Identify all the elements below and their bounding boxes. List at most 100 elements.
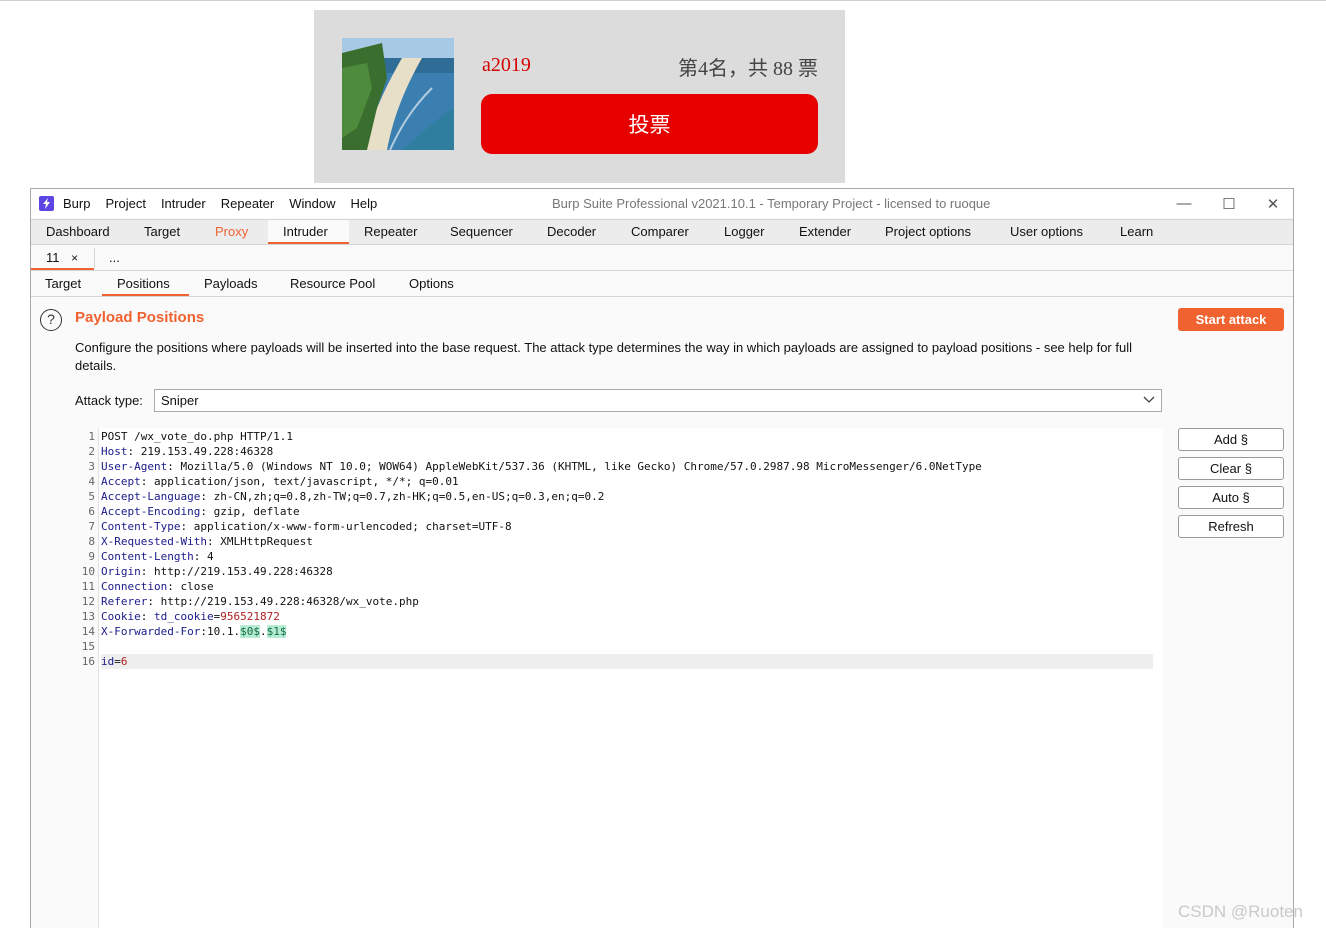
tab-extender[interactable]: Extender [799,220,851,244]
header-connection: Connection: close [101,579,1153,594]
header-value: : close [167,580,214,593]
auto-markers-button[interactable]: Auto § [1178,486,1284,509]
close-window-button[interactable]: ✕ [1253,191,1293,216]
tab-learn[interactable]: Learn [1120,220,1153,244]
menu-intruder[interactable]: Intruder [161,196,206,211]
subtab-options[interactable]: Options [409,271,454,296]
header-x-forwarded-for: X-Forwarded-For:10.1.$0$.$1$ [101,624,1153,639]
header-host: Host: 219.153.49.228:46328 [101,444,1153,459]
vote-button[interactable]: 投票 [481,94,818,154]
tab-proxy[interactable]: Proxy [215,220,248,244]
subtab-resource-pool[interactable]: Resource Pool [290,271,375,296]
header-value: : http://219.153.49.228:46328 [140,565,333,578]
body-param-name: id [101,655,115,668]
header-content-type: Content-Type: application/x-www-form-url… [101,519,1153,534]
header-accept-encoding: Accept-Encoding: gzip, deflate [101,504,1153,519]
candidate-name: a2019 [482,54,531,76]
help-icon[interactable]: ? [40,309,62,331]
header-x-requested-with: X-Requested-With: XMLHttpRequest [101,534,1153,549]
body-param-value: 6 [120,655,128,668]
tab-comparer[interactable]: Comparer [631,220,689,244]
cookie-name: td_cookie [154,610,214,623]
header-name: Origin [101,565,141,578]
payload-position-marker[interactable]: $0$ [240,625,260,638]
minimize-button[interactable]: — [1164,191,1204,216]
intruder-instance-tabs: 11 × ... [31,245,1293,271]
tab-logger[interactable]: Logger [724,220,764,244]
header-value: : zh-CN,zh;q=0.8,zh-TW;q=0.7,zh-HK;q=0.5… [200,490,605,503]
main-tab-bar: Dashboard Target Proxy Intruder Repeater… [31,219,1293,245]
tab-user-options[interactable]: User options [1010,220,1083,244]
maximize-button[interactable]: ☐ [1209,191,1249,216]
line-number: 3 [88,460,95,473]
title-bar: Burp Project Intruder Repeater Window He… [31,189,1293,218]
line-number: 9 [88,550,95,563]
header-value: : Mozilla/5.0 (Windows NT 10.0; WOW64) A… [167,460,982,473]
payload-position-marker[interactable]: $1$ [266,625,287,638]
new-tab-button[interactable]: ... [109,245,120,270]
header-accept-language: Accept-Language: zh-CN,zh;q=0.8,zh-TW;q=… [101,489,1153,504]
header-name: Content-Length [101,550,194,563]
tab-repeater[interactable]: Repeater [364,220,417,244]
header-content-length: Content-Length: 4 [101,549,1153,564]
subtab-positions[interactable]: Positions [102,271,189,296]
attack-type-value: Sniper [161,393,199,408]
menu-help[interactable]: Help [350,196,377,211]
line-number: 1 [88,430,95,443]
body-param-equals: = [114,655,121,668]
menu-window[interactable]: Window [289,196,335,211]
tab-dashboard[interactable]: Dashboard [46,220,110,244]
header-name: Connection [101,580,168,593]
header-name: Accept-Language [101,490,201,503]
tab-target[interactable]: Target [144,220,180,244]
add-marker-button[interactable]: Add § [1178,428,1284,451]
ip-dot: . [259,625,267,638]
header-value: : application/json, text/javascript, */*… [140,475,459,488]
tab-divider [94,248,95,268]
line-number: 6 [88,505,95,518]
refresh-button[interactable]: Refresh [1178,515,1284,538]
burp-logo-icon [39,196,54,211]
clear-markers-button[interactable]: Clear § [1178,457,1284,480]
header-value: : application/x-www-form-urlencoded; cha… [180,520,512,533]
header-value: : gzip, deflate [200,505,300,518]
menu-repeater[interactable]: Repeater [221,196,274,211]
request-text[interactable]: POST /wx_vote_do.php HTTP/1.1 Host: 219.… [101,428,1153,928]
menu-project[interactable]: Project [105,196,145,211]
request-start-line: POST /wx_vote_do.php HTTP/1.1 [101,430,294,443]
attack-type-select[interactable]: Sniper [154,389,1162,412]
candidate-photo [342,38,454,150]
header-value: : XMLHttpRequest [206,535,313,548]
tab-sequencer[interactable]: Sequencer [450,220,513,244]
line-number: 14 [81,625,95,638]
subtab-target[interactable]: Target [45,271,81,296]
instance-tab-11[interactable]: 11 × [31,245,94,270]
line-number: 10 [81,565,95,578]
header-name: Cookie [101,610,141,623]
header-name: Referer [101,595,148,608]
request-line: POST /wx_vote_do.php HTTP/1.1 [101,429,1153,444]
line-number: 2 [88,445,95,458]
tab-decoder[interactable]: Decoder [547,220,596,244]
burp-window: Burp Project Intruder Repeater Window He… [30,188,1294,928]
subtab-payloads[interactable]: Payloads [204,271,257,296]
request-editor[interactable]: 1 2 3 4 5 6 7 8 9 10 11 12 13 14 15 16 P… [75,428,1163,928]
line-number: 5 [88,490,95,503]
menu-burp[interactable]: Burp [63,196,90,211]
header-name: Content-Type [101,520,181,533]
tab-project-options[interactable]: Project options [885,220,971,244]
start-attack-button[interactable]: Start attack [1178,308,1284,331]
chevron-down-icon [1143,396,1155,403]
header-value: : 4 [193,550,214,563]
line-number: 11 [81,580,95,593]
instance-tab-label: 11 [46,250,60,265]
cookie-value: 956521872 [220,610,280,623]
line-number: 4 [88,475,95,488]
close-tab-icon[interactable]: × [71,251,78,265]
window-title: Burp Suite Professional v2021.10.1 - Tem… [552,196,991,211]
watermark: CSDN @Ruoten [1178,902,1303,921]
tab-intruder[interactable]: Intruder [268,220,349,244]
header-name: Accept [101,475,141,488]
menu-bar: Burp Project Intruder Repeater Window He… [63,189,392,218]
